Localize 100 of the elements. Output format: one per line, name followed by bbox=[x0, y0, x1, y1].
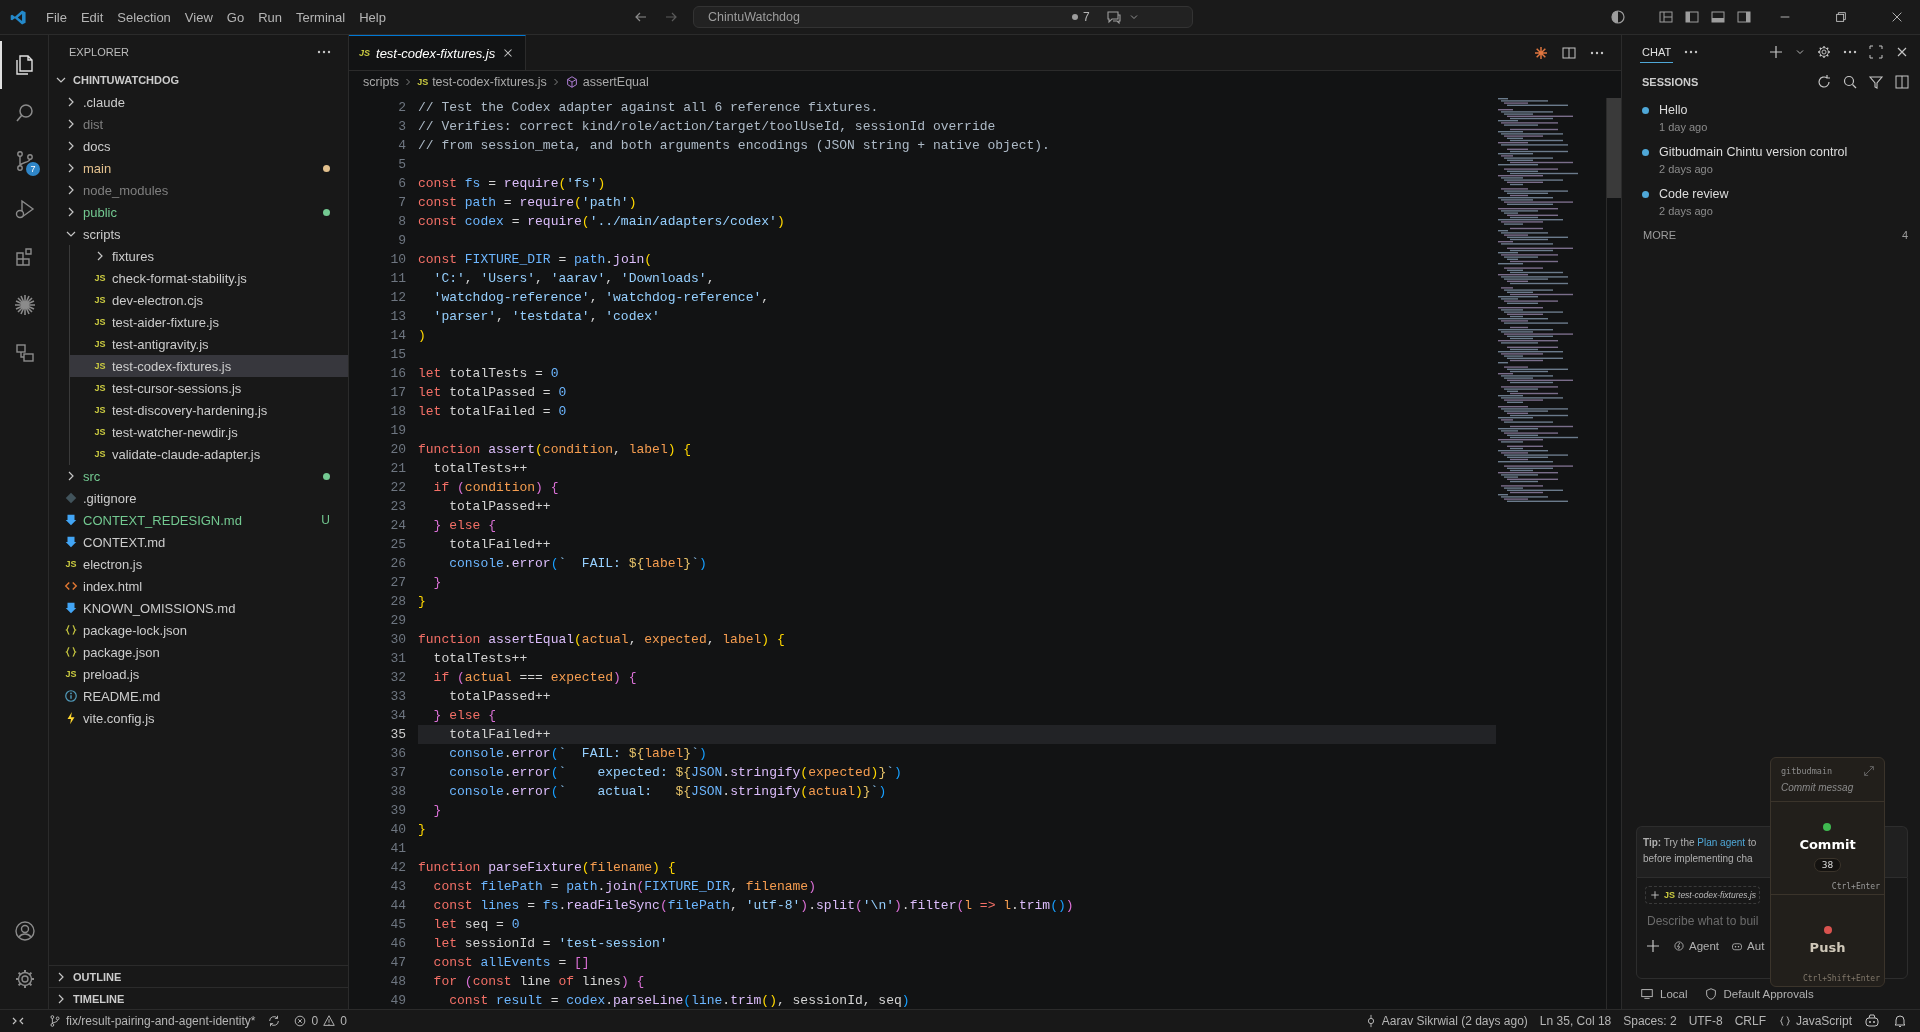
burst-icon[interactable] bbox=[1533, 44, 1549, 61]
breadcrumb-item[interactable]: assertEqual bbox=[564, 75, 649, 89]
tree-item[interactable]: CONTEXT_REDESIGN.md U bbox=[49, 509, 348, 531]
mode-picker[interactable]: Agent bbox=[1673, 940, 1720, 952]
git-action-button[interactable]: Commit 38 bbox=[1799, 823, 1856, 873]
tree-item[interactable]: JS check-format-stability.js bbox=[70, 267, 348, 289]
tree-item[interactable]: KNOWN_OMISSIONS.md bbox=[49, 597, 348, 619]
tree-item[interactable]: scripts bbox=[49, 223, 348, 245]
git-action-button[interactable]: Push bbox=[1809, 925, 1846, 955]
breadcrumb-item[interactable]: JS test-codex-fixtures.js bbox=[417, 75, 547, 89]
tree-item[interactable]: node_modules bbox=[49, 179, 348, 201]
refresh-icon[interactable] bbox=[1816, 74, 1832, 90]
plus-icon[interactable] bbox=[1645, 938, 1661, 954]
encoding-status[interactable]: UTF-8 bbox=[1688, 1014, 1723, 1028]
search-icon[interactable] bbox=[1842, 74, 1858, 90]
plus-icon bbox=[1649, 889, 1661, 901]
notification-bell-icon[interactable] bbox=[1892, 1013, 1908, 1029]
count-badge: 38 bbox=[1813, 858, 1842, 873]
plus-icon[interactable] bbox=[1768, 44, 1784, 60]
branch-status[interactable]: fix/result-pairing-and-agent-identity* bbox=[48, 1014, 256, 1028]
menu-item[interactable]: Help bbox=[352, 5, 393, 29]
arrow-down-icon bbox=[64, 535, 78, 549]
indentation-status[interactable]: Spaces: 2 bbox=[1623, 1014, 1677, 1028]
layout-icon[interactable] bbox=[1658, 9, 1674, 25]
more-sessions-header[interactable]: MORE 4 bbox=[1622, 221, 1920, 241]
tree-item[interactable]: README.md bbox=[49, 685, 348, 707]
line-number: 42 bbox=[389, 859, 407, 877]
folder-header[interactable]: CHINTUWATCHDOG bbox=[49, 69, 348, 91]
tree-item[interactable]: docs bbox=[49, 135, 348, 157]
tree-item[interactable]: public bbox=[49, 201, 348, 223]
tree-item[interactable]: JS validate-claude-adapter.js bbox=[70, 443, 348, 465]
menu-item[interactable]: Go bbox=[219, 5, 252, 29]
model-picker[interactable]: Aut bbox=[1731, 940, 1765, 952]
maximize-icon[interactable] bbox=[1868, 44, 1884, 60]
plan-agent-link[interactable]: Plan agent bbox=[1697, 837, 1746, 848]
breadcrumb-item[interactable]: scripts bbox=[363, 75, 400, 89]
tree-item[interactable]: JS test-antigravity.js bbox=[70, 333, 348, 355]
robot-icon[interactable] bbox=[1864, 1013, 1880, 1029]
tree-item[interactable]: CONTEXT.md bbox=[49, 531, 348, 553]
section-header[interactable]: OUTLINE bbox=[49, 965, 348, 987]
language-status[interactable]: JavaScript bbox=[1777, 1014, 1852, 1028]
tree-item[interactable]: JS test-cursor-sessions.js bbox=[70, 377, 348, 399]
tree-item[interactable]: fixtures bbox=[70, 245, 348, 267]
panel-left-icon[interactable] bbox=[1684, 9, 1700, 25]
line-ending-status[interactable]: CRLF bbox=[1734, 1014, 1766, 1028]
session-item[interactable]: Hello 1 day ago bbox=[1622, 95, 1920, 137]
menu-item[interactable]: File bbox=[39, 5, 74, 29]
tree-item[interactable]: index.html bbox=[49, 575, 348, 597]
filter-icon[interactable] bbox=[1868, 74, 1884, 90]
tree-item[interactable]: src bbox=[49, 465, 348, 487]
attachment-chip[interactable]: JS test-codex-fixtures.js bbox=[1645, 886, 1760, 904]
footer-button[interactable]: Local bbox=[1640, 987, 1688, 1001]
tree-item[interactable]: .gitignore bbox=[49, 487, 348, 509]
tree-item[interactable]: JS preload.js bbox=[49, 663, 348, 685]
menu-item[interactable]: Run bbox=[251, 5, 289, 29]
tree-item[interactable]: JS test-aider-fixture.js bbox=[70, 311, 348, 333]
split-editor-icon[interactable] bbox=[1561, 44, 1577, 61]
tree-item[interactable]: JS test-watcher-newdir.js bbox=[70, 421, 348, 443]
scrollbar-thumb[interactable] bbox=[1607, 98, 1621, 198]
tree-item[interactable]: dist bbox=[49, 113, 348, 135]
tree-item[interactable]: JS dev-electron.cjs bbox=[70, 289, 348, 311]
panel-bottom-icon[interactable] bbox=[1710, 9, 1726, 25]
split-editor-icon[interactable] bbox=[1894, 74, 1910, 90]
cursor-position-status[interactable]: Ln 35, Col 18 bbox=[1539, 1014, 1612, 1028]
code-line: let totalFailed = 0 bbox=[418, 403, 568, 421]
menu-item[interactable]: Selection bbox=[110, 5, 178, 29]
chat-icon[interactable] bbox=[1105, 9, 1122, 25]
expand-icon[interactable] bbox=[1862, 764, 1876, 778]
menu-item[interactable]: Terminal bbox=[289, 5, 353, 29]
code-line: if (condition) { bbox=[432, 479, 560, 497]
chat-input-field[interactable]: Describe what to buil bbox=[1645, 912, 1779, 930]
monitor-icon bbox=[1640, 987, 1654, 1001]
tree-item[interactable]: vite.config.js bbox=[49, 707, 348, 729]
tree-item[interactable]: package-lock.json bbox=[49, 619, 348, 641]
footer-button[interactable]: Default Approvals bbox=[1703, 987, 1814, 1001]
tree-item[interactable]: main bbox=[49, 157, 348, 179]
panel-right-icon[interactable] bbox=[1736, 9, 1752, 25]
session-item[interactable]: Gitbudmain Chintu version control 2 days ago bbox=[1622, 137, 1920, 179]
chat-tab[interactable]: CHAT bbox=[1640, 41, 1674, 63]
line-number: 46 bbox=[389, 935, 407, 953]
count-badge: 7 bbox=[26, 162, 40, 176]
tree-item[interactable]: package.json bbox=[49, 641, 348, 663]
activity-bar-item[interactable]: 7 bbox=[0, 137, 48, 185]
tree-item[interactable]: JS test-codex-fixtures.js bbox=[70, 355, 348, 377]
editor-tab[interactable]: JS test-codex-fixtures.js bbox=[349, 35, 527, 70]
line-number: 41 bbox=[389, 840, 407, 858]
tree-item[interactable]: JS test-discovery-hardening.js bbox=[70, 399, 348, 421]
commit-message-field[interactable]: Commit messag bbox=[1771, 778, 1884, 802]
sync-icon[interactable] bbox=[267, 1014, 282, 1028]
line-number: 14 bbox=[389, 327, 407, 345]
tree-item[interactable]: JS electron.js bbox=[49, 553, 348, 575]
half-circle-icon[interactable] bbox=[1610, 9, 1626, 25]
menu-item[interactable]: Edit bbox=[73, 5, 111, 29]
braces-icon bbox=[1777, 1014, 1792, 1028]
git-blame-status[interactable]: Aarav Sikrwial (2 days ago) bbox=[1363, 1014, 1528, 1028]
tree-item[interactable]: .claude bbox=[49, 91, 348, 113]
line-number: 23 bbox=[389, 498, 407, 516]
problems-status[interactable]: 0 0 bbox=[293, 1014, 347, 1028]
session-item[interactable]: Code review 2 days ago bbox=[1622, 179, 1920, 221]
menu-item[interactable]: View bbox=[177, 5, 220, 29]
